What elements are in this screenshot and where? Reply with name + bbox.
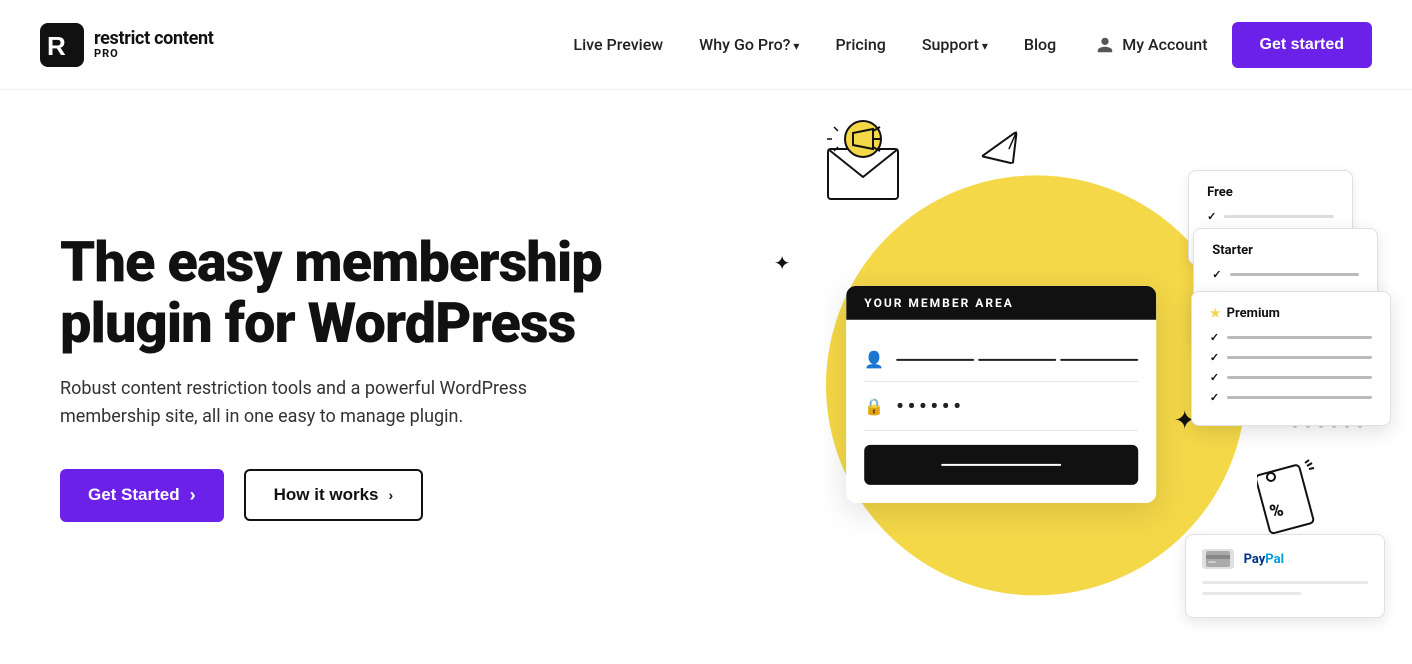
envelope-illustration — [818, 119, 918, 204]
how-it-works-button[interactable]: How it works › — [244, 469, 424, 521]
nav-item-support[interactable]: Support — [922, 35, 988, 54]
tier-bar — [1224, 215, 1334, 218]
tier-premium-row-3: ✓ — [1210, 371, 1372, 384]
nav-link-blog[interactable]: Blog — [1024, 35, 1056, 54]
hero-left: The easy membership plugin for WordPress… — [60, 232, 742, 522]
lock-field-icon: 🔒 — [864, 396, 884, 415]
hero-buttons: Get Started › How it works › — [60, 469, 702, 522]
nav-link-pricing[interactable]: Pricing — [835, 35, 885, 54]
my-account-label: My Account — [1122, 35, 1207, 54]
user-field-icon: 👤 — [864, 350, 884, 369]
hero-section: The easy membership plugin for WordPress… — [0, 90, 1412, 664]
right-arrow-small-icon: › — [389, 487, 394, 503]
user-icon — [1096, 36, 1114, 54]
nav-links: Live Preview Why Go Pro? Pricing Support… — [573, 35, 1056, 54]
get-started-label: Get Started — [88, 485, 180, 505]
navbar: R restrict content PRO Live Preview Why … — [0, 0, 1412, 90]
hero-get-started-button[interactable]: Get Started › — [60, 469, 224, 522]
my-account-link[interactable]: My Account — [1096, 35, 1207, 54]
tier-premium-row-4: ✓ — [1210, 391, 1372, 404]
tier-premium-label: Premium — [1227, 306, 1280, 321]
username-field: 👤 — [864, 338, 1138, 382]
tier-premium-row-2: ✓ — [1210, 351, 1372, 364]
nav-item-blog[interactable]: Blog — [1024, 35, 1056, 54]
payment-icons-row: PayPal — [1202, 549, 1368, 569]
submit-line — [941, 464, 1061, 467]
password-field: 🔒 •••••• — [864, 382, 1138, 431]
nav-get-started-button[interactable]: Get started — [1232, 22, 1372, 68]
brand-name: restrict content — [94, 29, 214, 49]
member-submit-button — [864, 445, 1138, 485]
member-area-card: YOUR MEMBER AREA 👤 🔒 •••••• — [846, 286, 1156, 503]
star-premium-icon: ★ — [1210, 306, 1221, 320]
credit-card-icon — [1202, 549, 1234, 569]
tier-free-row-1: ✓ — [1207, 210, 1334, 223]
nav-link-support[interactable]: Support — [922, 35, 988, 54]
svg-text:R: R — [47, 31, 66, 61]
paper-plane-icon — [978, 131, 1026, 176]
star-icon-1: ✦ — [774, 251, 791, 275]
tier-bar — [1230, 273, 1360, 276]
pro-badge: PRO — [94, 48, 214, 60]
logo-link[interactable]: R restrict content PRO — [40, 23, 214, 67]
password-dots: •••••• — [896, 394, 964, 418]
username-line-medium — [1060, 358, 1138, 360]
tier-bar — [1227, 396, 1372, 399]
paypal-logo: PayPal — [1244, 552, 1284, 567]
checkmark-icon: ✓ — [1212, 268, 1221, 281]
member-card-body: 👤 🔒 •••••• — [846, 320, 1156, 503]
checkmark-icon: ✓ — [1210, 351, 1219, 364]
payment-line-full — [1202, 581, 1368, 584]
nav-right: My Account Get started — [1096, 22, 1372, 68]
right-arrow-icon: › — [190, 485, 196, 506]
checkmark-icon: ✓ — [1210, 371, 1219, 384]
nav-item-pricing[interactable]: Pricing — [835, 35, 885, 54]
nav-link-why-go-pro[interactable]: Why Go Pro? — [699, 35, 799, 54]
tier-bar — [1227, 336, 1372, 339]
nav-link-live-preview[interactable]: Live Preview — [573, 35, 663, 54]
tier-bar — [1227, 376, 1372, 379]
username-line-long — [978, 358, 1056, 360]
coupon-tag-icon: % — [1257, 458, 1322, 538]
nav-item-live-preview[interactable]: Live Preview — [573, 35, 663, 54]
checkmark-icon: ✓ — [1210, 331, 1219, 344]
hero-illustration: ✦ ✦ — [742, 90, 1372, 664]
tier-starter-label: Starter — [1212, 243, 1359, 258]
tier-premium-card: ★ Premium ✓ ✓ ✓ ✓ — [1191, 291, 1391, 426]
tier-premium-row-1: ✓ — [1210, 331, 1372, 344]
hero-title: The easy membership plugin for WordPress — [60, 232, 702, 353]
tier-bar — [1227, 356, 1372, 359]
logo-icon: R — [40, 23, 84, 67]
how-it-works-label: How it works — [274, 485, 379, 505]
tier-starter-row-1: ✓ — [1212, 268, 1359, 281]
checkmark-icon: ✓ — [1207, 210, 1216, 223]
payment-line-short — [1202, 592, 1302, 595]
checkmark-icon: ✓ — [1210, 391, 1219, 404]
hero-subtitle: Robust content restriction tools and a p… — [60, 375, 560, 431]
nav-item-why-go-pro[interactable]: Why Go Pro? — [699, 35, 799, 54]
payment-card: PayPal — [1185, 534, 1385, 618]
tier-free-label: Free — [1207, 185, 1334, 200]
member-area-header: YOUR MEMBER AREA — [846, 286, 1156, 320]
username-line-short — [896, 358, 974, 360]
